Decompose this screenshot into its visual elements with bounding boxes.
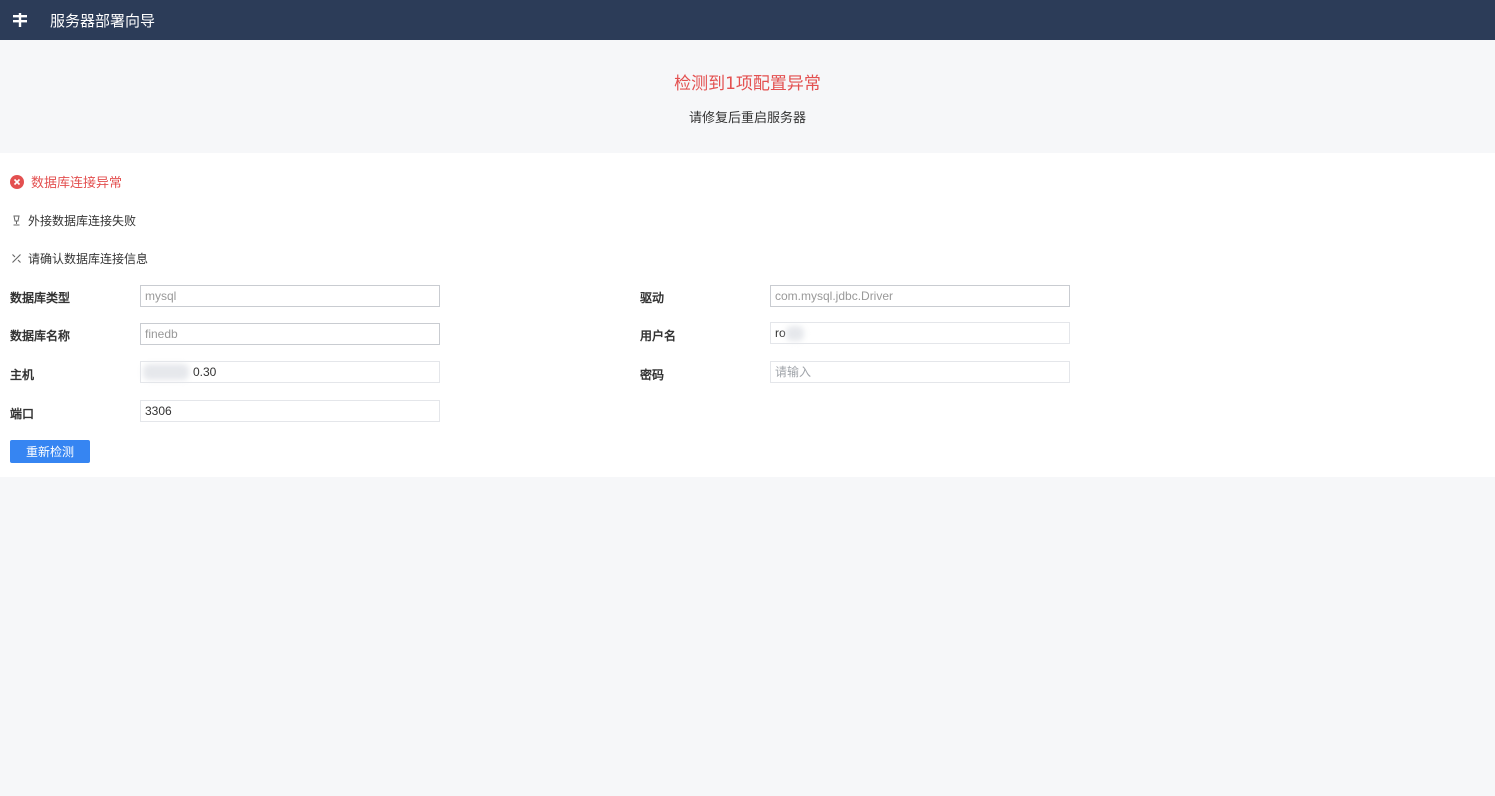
driver-label: 驱动 (640, 291, 665, 305)
recheck-button[interactable]: 重新检测 (10, 440, 90, 463)
password-input[interactable] (770, 361, 1070, 383)
host-label: 主机 (10, 368, 35, 382)
tool-icon (10, 253, 22, 265)
top-bar: 服务器部署向导 (0, 0, 1495, 40)
username-label: 用户名 (640, 329, 677, 343)
driver-input[interactable] (770, 285, 1070, 307)
alert-banner: 检测到1项配置异常 请修复后重启服务器 (0, 40, 1495, 153)
error-reason-text: 外接数据库连接失败 (28, 214, 137, 228)
error-suggestion: 请确认数据库连接信息 (10, 250, 148, 267)
alert-subtitle: 请修复后重启服务器 (688, 111, 806, 126)
db-name-label: 数据库名称 (10, 329, 71, 343)
error-suggestion-text: 请确认数据库连接信息 (28, 252, 149, 266)
error-circle-icon (10, 174, 24, 189)
db-type-input[interactable] (140, 285, 440, 307)
username-input[interactable] (770, 322, 1070, 344)
error-heading-text: 数据库连接异常 (31, 176, 123, 191)
alert-title: 检测到1项配置异常 (674, 74, 821, 94)
error-heading: 数据库连接异常 (10, 172, 122, 191)
logo-icon (0, 0, 40, 40)
db-type-label: 数据库类型 (10, 291, 71, 305)
app-title: 服务器部署向导 (50, 11, 156, 30)
error-reason: 外接数据库连接失败 (10, 212, 136, 229)
lamp-icon (10, 215, 22, 227)
db-name-input[interactable] (140, 323, 440, 345)
port-input[interactable] (140, 400, 440, 422)
password-label: 密码 (640, 368, 665, 382)
port-label: 端口 (10, 407, 35, 421)
username-redaction (786, 326, 804, 341)
error-panel: 数据库连接异常 外接数据库连接失败 请确认数据库连接信息 数据库类型 数据库名称… (0, 153, 1495, 477)
host-redaction (143, 364, 189, 380)
